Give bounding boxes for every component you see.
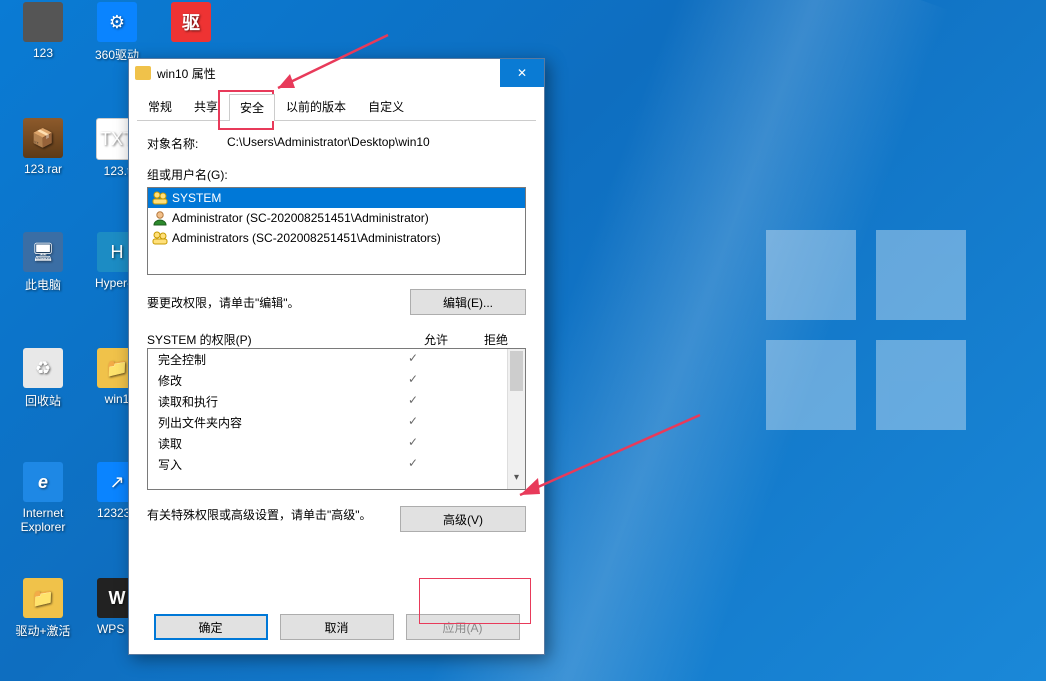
ie-icon: e <box>23 462 63 502</box>
desktop-icon-label: 123.t <box>104 164 131 178</box>
desktop-icon-recycle[interactable]: ♻ 回收站 <box>8 348 78 409</box>
perm-row: 读取 <box>148 433 507 454</box>
perm-deny-check <box>441 372 497 389</box>
perm-name: 读取和执行 <box>158 393 385 410</box>
perm-allow-check <box>385 456 441 473</box>
desktop-icon-label: 回收站 <box>25 394 61 408</box>
window-title: win10 属性 <box>157 65 216 82</box>
group-icon <box>152 230 168 246</box>
scroll-thumb[interactable] <box>510 351 523 391</box>
close-icon: ✕ <box>517 66 527 80</box>
object-name-label: 对象名称: <box>147 135 227 152</box>
advanced-hint: 有关特殊权限或高级设置，请单击"高级"。 <box>147 506 400 523</box>
scrollbar[interactable]: ▴ ▾ <box>507 349 525 489</box>
windows-logo <box>766 230 966 430</box>
desktop-icon-thispc[interactable]: 🖥 此电脑 <box>8 232 78 293</box>
groups-label: 组或用户名(G): <box>147 166 526 183</box>
user-icon <box>152 210 168 226</box>
desktop-icon-rar[interactable]: 📦 123.rar <box>8 118 78 176</box>
list-item[interactable]: Administrators (SC-202008251451\Administ… <box>148 228 525 248</box>
image-icon <box>23 2 63 42</box>
perm-allow-check <box>385 414 441 431</box>
list-item[interactable]: Administrator (SC-202008251451\Administr… <box>148 208 525 228</box>
desktop-icon-qu[interactable]: 驱 <box>156 2 226 46</box>
perm-col-allow: 允许 <box>406 331 466 348</box>
gear-icon: ⚙ <box>97 2 137 42</box>
tab-previous-versions[interactable]: 以前的版本 <box>275 93 357 120</box>
tab-security[interactable]: 安全 <box>229 94 275 121</box>
perm-allow-check <box>385 435 441 452</box>
perm-deny-check <box>441 393 497 410</box>
perm-name: 完全控制 <box>158 351 385 368</box>
tab-general[interactable]: 常规 <box>137 93 183 120</box>
tab-strip: 常规 共享 安全 以前的版本 自定义 <box>137 93 536 121</box>
desktop-icon-label: 此电脑 <box>25 278 61 292</box>
archive-icon: 📦 <box>23 118 63 158</box>
perm-row: 完全控制 <box>148 349 507 370</box>
perm-name: 读取 <box>158 435 385 452</box>
perm-name: 写入 <box>158 456 385 473</box>
perm-header-label: SYSTEM 的权限(P) <box>147 331 406 348</box>
tab-share[interactable]: 共享 <box>183 93 229 120</box>
desktop-icon-driver[interactable]: 📁 驱动+激活 <box>8 578 78 639</box>
properties-dialog: win10 属性 ✕ 常规 共享 安全 以前的版本 自定义 对象名称: C:\U… <box>128 58 545 655</box>
permissions-list: 完全控制 修改 读取和执行 列出文件夹内容 <box>147 348 526 490</box>
perm-col-deny: 拒绝 <box>466 331 526 348</box>
perm-row: 写入 <box>148 454 507 475</box>
perm-deny-check <box>441 435 497 452</box>
list-item-label: SYSTEM <box>172 191 221 205</box>
edit-hint: 要更改权限，请单击"编辑"。 <box>147 294 300 311</box>
edit-button[interactable]: 编辑(E)... <box>410 289 526 315</box>
desktop-icon-ie[interactable]: e Internet Explorer <box>8 462 78 534</box>
titlebar[interactable]: win10 属性 ✕ <box>129 59 544 87</box>
desktop-icon-360[interactable]: ⚙ 360驱动 <box>82 2 152 63</box>
security-panel: 对象名称: C:\Users\Administrator\Desktop\win… <box>129 121 544 542</box>
desktop-icon-label: 驱动+激活 <box>15 624 70 638</box>
perm-row: 读取和执行 <box>148 391 507 412</box>
list-item[interactable]: SYSTEM <box>148 188 525 208</box>
advanced-button[interactable]: 高级(V) <box>400 506 526 532</box>
list-item-label: Administrator (SC-202008251451\Administr… <box>172 211 429 225</box>
perm-allow-check <box>385 351 441 368</box>
close-button[interactable]: ✕ <box>500 59 544 87</box>
ok-button[interactable]: 确定 <box>154 614 268 640</box>
perm-deny-check <box>441 351 497 368</box>
computer-icon: 🖥 <box>23 232 63 272</box>
principals-list[interactable]: SYSTEM Administrator (SC-202008251451\Ad… <box>147 187 526 275</box>
perm-row: 修改 <box>148 370 507 391</box>
perm-name: 修改 <box>158 372 385 389</box>
scroll-down-icon[interactable]: ▾ <box>508 472 525 489</box>
desktop-icon-label: Internet Explorer <box>21 506 66 534</box>
apply-button[interactable]: 应用(A) <box>406 614 520 640</box>
group-icon <box>152 190 168 206</box>
dialog-button-row: 确定 取消 应用(A) <box>129 614 544 640</box>
object-name-value: C:\Users\Administrator\Desktop\win10 <box>227 135 526 149</box>
perm-name: 列出文件夹内容 <box>158 414 385 431</box>
desktop-icon-123[interactable]: 123 <box>8 2 78 60</box>
qu-icon: 驱 <box>171 2 211 42</box>
recycle-bin-icon: ♻ <box>23 348 63 388</box>
cancel-button[interactable]: 取消 <box>280 614 394 640</box>
desktop-icon-label: win1 <box>105 392 130 406</box>
perm-deny-check <box>441 414 497 431</box>
desktop-icon-label: 123.rar <box>24 162 62 176</box>
folder-icon: 📁 <box>23 578 63 618</box>
perm-allow-check <box>385 372 441 389</box>
tab-custom[interactable]: 自定义 <box>357 93 415 120</box>
folder-icon <box>135 66 151 80</box>
perm-row: 列出文件夹内容 <box>148 412 507 433</box>
desktop-icon-label: 123 <box>33 46 53 60</box>
perm-deny-check <box>441 456 497 473</box>
perm-allow-check <box>385 393 441 410</box>
list-item-label: Administrators (SC-202008251451\Administ… <box>172 231 441 245</box>
